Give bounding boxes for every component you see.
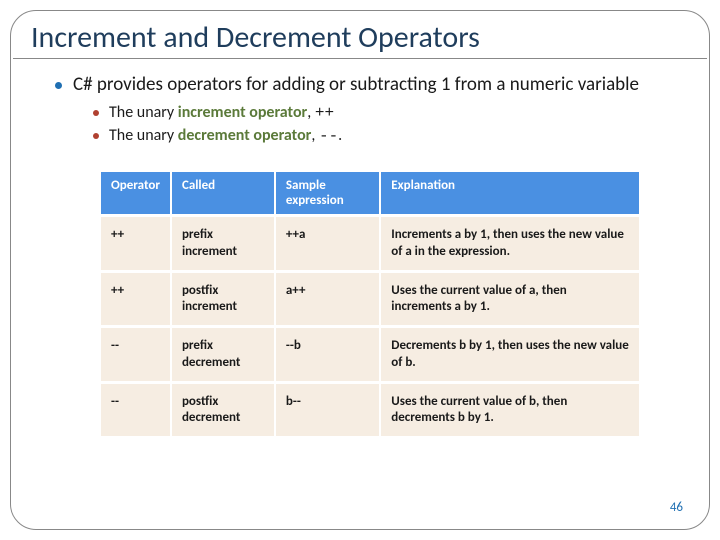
sub2-pre: The unary [109, 126, 178, 145]
cell-sample: b-- [275, 382, 380, 436]
slide-content: C# provides operators for adding or subt… [11, 59, 709, 436]
bullet-main-text: C# provides operators for adding or subt… [73, 73, 639, 96]
bullet-sub-increment: The unary increment operator, ++ [93, 103, 679, 124]
cell-called: postfix increment [171, 271, 275, 327]
table-row: ++ prefix increment ++a Increments a by … [101, 216, 639, 272]
table-header-row: Operator Called Sample expression Explan… [101, 172, 639, 216]
cell-op: -- [101, 382, 171, 436]
code-plus-plus: ++ [315, 104, 334, 122]
term-increment-operator: increment operator [178, 103, 307, 122]
cell-exp: Uses the current value of a, then increm… [380, 271, 639, 327]
cell-op: -- [101, 327, 171, 383]
table-row: -- prefix decrement --b Decrements b by … [101, 327, 639, 383]
slide-title: Increment and Decrement Operators [13, 11, 707, 59]
bullet-sub-decrement: The unary decrement operator, --. [93, 126, 679, 147]
cell-exp: Uses the current value of b, then decrem… [380, 382, 639, 436]
col-explanation: Explanation [380, 172, 639, 216]
sub2-end: . [338, 126, 342, 145]
term-decrement-operator: decrement operator [178, 126, 312, 145]
operators-table: Operator Called Sample expression Explan… [101, 172, 639, 436]
cell-exp: Increments a by 1, then uses the new val… [380, 216, 639, 272]
cell-sample: ++a [275, 216, 380, 272]
cell-sample: --b [275, 327, 380, 383]
code-minus-minus: -- [319, 127, 338, 145]
col-called: Called [171, 172, 275, 216]
slide-frame: Increment and Decrement Operators C# pro… [10, 10, 710, 530]
cell-op: ++ [101, 271, 171, 327]
table-row: ++ postfix increment a++ Uses the curren… [101, 271, 639, 327]
page-number: 46 [670, 500, 683, 515]
cell-called: postfix decrement [171, 382, 275, 436]
sub1-pre: The unary [109, 103, 178, 122]
cell-called: prefix increment [171, 216, 275, 272]
cell-called: prefix decrement [171, 327, 275, 383]
sub2-post: , [311, 126, 319, 145]
cell-sample: a++ [275, 271, 380, 327]
cell-op: ++ [101, 216, 171, 272]
col-sample: Sample expression [275, 172, 380, 216]
col-operator: Operator [101, 172, 171, 216]
table-row: -- postfix decrement b-- Uses the curren… [101, 382, 639, 436]
sub1-post: , [307, 103, 315, 122]
bullet-main: C# provides operators for adding or subt… [55, 73, 679, 146]
cell-exp: Decrements b by 1, then uses the new val… [380, 327, 639, 383]
operators-table-wrap: Operator Called Sample expression Explan… [101, 172, 639, 436]
